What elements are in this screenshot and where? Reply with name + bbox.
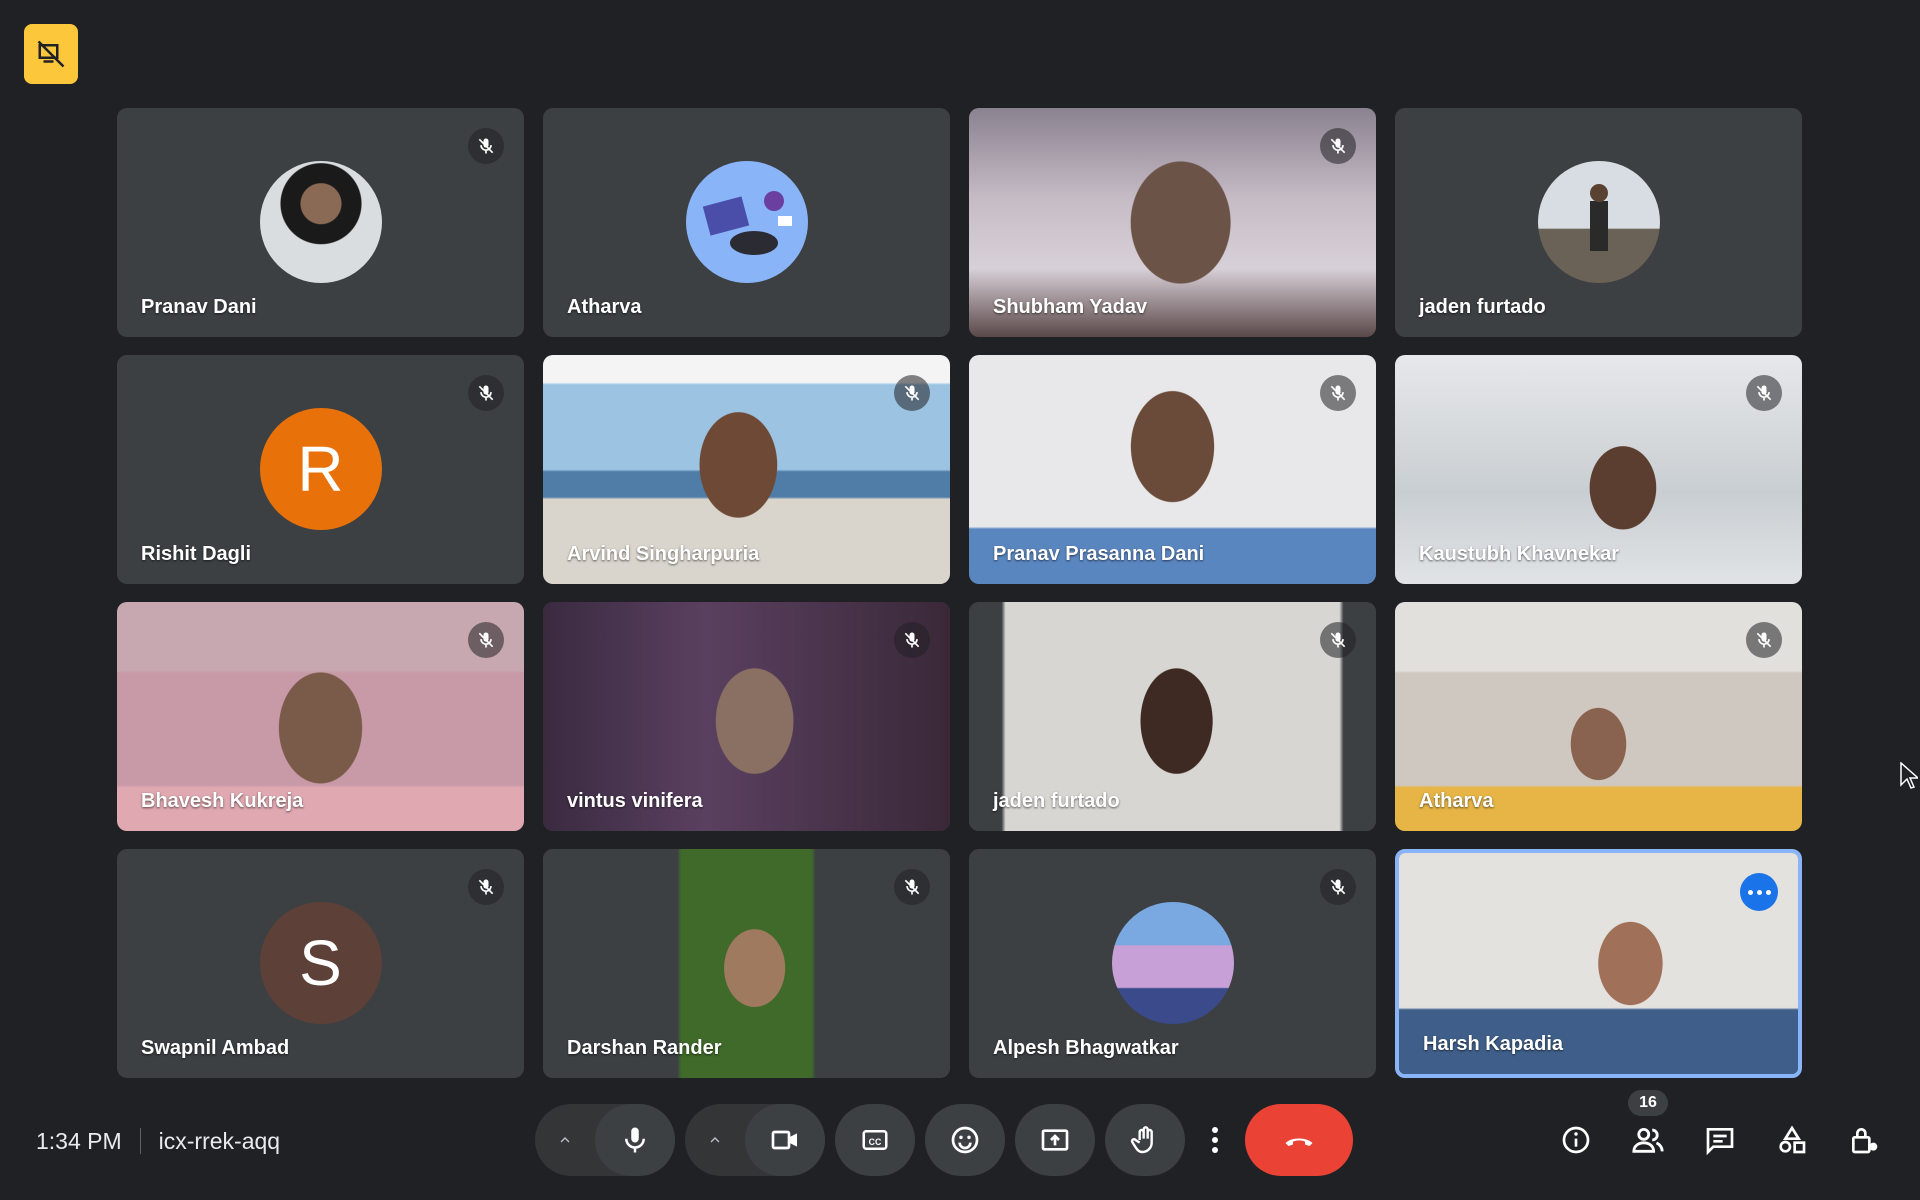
participant-tile[interactable]: R Rishit Dagli (117, 355, 524, 584)
participant-name: Rishit Dagli (141, 543, 252, 565)
no-background-icon (37, 40, 65, 68)
svg-text:CC: CC (869, 1137, 882, 1147)
present-icon (1041, 1129, 1069, 1151)
control-bar: 1:34 PM icx-rrek-aqq CC 16 (0, 1090, 1920, 1200)
participant-name: Darshan Rander (567, 1037, 722, 1059)
mic-off-icon (468, 622, 504, 658)
participant-name: Pranav Prasanna Dani (993, 543, 1205, 565)
participant-tile[interactable]: S Swapnil Ambad (117, 849, 524, 1078)
mic-off-icon (894, 622, 930, 658)
mic-off-icon (1320, 622, 1356, 658)
activities-button[interactable] (1764, 1104, 1820, 1176)
participant-name: jaden furtado (1419, 296, 1546, 318)
people-icon (1632, 1127, 1664, 1153)
hang-up-icon (1285, 1138, 1313, 1146)
participant-tile[interactable]: Arvind Singharpuria (543, 355, 950, 584)
participant-tile[interactable]: vintus vinifera (543, 602, 950, 831)
participant-name: Pranav Dani (141, 296, 257, 318)
participant-name: jaden furtado (993, 790, 1120, 812)
meeting-details-button[interactable] (1548, 1104, 1604, 1176)
mic-off-icon (468, 128, 504, 164)
avatar (1537, 161, 1660, 283)
avatar (685, 161, 808, 283)
participant-name: vintus vinifera (567, 790, 703, 812)
closed-captions-icon: CC (862, 1130, 888, 1150)
microphone-icon (625, 1127, 645, 1153)
participant-name: Arvind Singharpuria (567, 543, 760, 565)
more-options-button[interactable] (1195, 1104, 1235, 1176)
chat-icon (1706, 1128, 1734, 1156)
divider (139, 1128, 141, 1154)
captions-button[interactable]: CC (835, 1104, 915, 1176)
participant-tile[interactable]: Darshan Rander (543, 849, 950, 1078)
more-options-button[interactable] (1740, 873, 1778, 911)
participant-grid: Pranav Dani Atharva Shubham Yadav jaden … (117, 108, 1802, 1080)
shapes-icon (1779, 1125, 1806, 1154)
participant-tile[interactable]: Shubham Yadav (969, 108, 1376, 337)
visual-effects-badge-button[interactable] (24, 24, 78, 84)
audio-controls (535, 1104, 675, 1176)
participant-tile[interactable]: Atharva (543, 108, 950, 337)
avatar: S (259, 902, 382, 1024)
participant-tile[interactable]: Pranav Dani (117, 108, 524, 337)
avatar (1111, 902, 1234, 1024)
more-vertical-icon (1212, 1127, 1218, 1153)
mic-off-icon (894, 375, 930, 411)
mic-off-icon (468, 869, 504, 905)
participant-name: Swapnil Ambad (141, 1037, 290, 1059)
participant-tile[interactable]: jaden furtado (969, 602, 1376, 831)
lock-person-icon (1852, 1128, 1878, 1154)
participant-name: Harsh Kapadia (1423, 1033, 1564, 1055)
participant-tile[interactable]: Bhavesh Kukreja (117, 602, 524, 831)
mic-off-icon (1746, 375, 1782, 411)
participant-tile[interactable]: jaden furtado (1395, 108, 1802, 337)
participant-tile[interactable]: Atharva (1395, 602, 1802, 831)
mic-off-icon (1320, 128, 1356, 164)
mic-off-icon (894, 869, 930, 905)
call-controls: CC (535, 1104, 1353, 1176)
avatar (259, 161, 382, 283)
video-controls (685, 1104, 825, 1176)
participant-tile[interactable]: Alpesh Bhagwatkar (969, 849, 1376, 1078)
mic-off-icon (1320, 869, 1356, 905)
video-options-chevron-icon[interactable] (685, 1104, 745, 1176)
info-icon (1562, 1126, 1590, 1154)
reactions-button[interactable] (925, 1104, 1005, 1176)
smiley-icon (951, 1126, 979, 1154)
meeting-code: icx-rrek-aqq (158, 1127, 281, 1154)
clock: 1:34 PM (36, 1127, 122, 1154)
raise-hand-button[interactable] (1105, 1104, 1185, 1176)
camera-icon (771, 1130, 797, 1150)
chat-button[interactable] (1692, 1104, 1748, 1176)
participant-name: Atharva (567, 296, 642, 318)
participant-name: Bhavesh Kukreja (141, 790, 304, 812)
participant-name: Atharva (1419, 790, 1494, 812)
microphone-button[interactable] (595, 1104, 675, 1176)
participant-tile-self[interactable]: Harsh Kapadia (1395, 849, 1802, 1078)
mic-off-icon (1746, 622, 1782, 658)
mouse-pointer-icon (1900, 762, 1918, 789)
side-controls: 16 (1548, 1090, 1892, 1176)
avatar: R (259, 408, 382, 530)
meeting-details: 1:34 PM icx-rrek-aqq (36, 1126, 280, 1156)
mic-off-icon (468, 375, 504, 411)
leave-call-button[interactable] (1245, 1104, 1353, 1176)
participant-tile[interactable]: Pranav Prasanna Dani (969, 355, 1376, 584)
people-button[interactable]: 16 (1620, 1090, 1676, 1176)
avatar-initial: R (297, 433, 344, 505)
avatar-initial: S (299, 927, 342, 999)
host-controls-button[interactable] (1836, 1104, 1892, 1176)
participant-name: Alpesh Bhagwatkar (993, 1037, 1179, 1059)
mic-off-icon (1320, 375, 1356, 411)
participant-name: Shubham Yadav (993, 296, 1148, 318)
present-screen-button[interactable] (1015, 1104, 1095, 1176)
participant-tile[interactable]: Kaustubh Khavnekar (1395, 355, 1802, 584)
camera-button[interactable] (745, 1104, 825, 1176)
audio-options-chevron-icon[interactable] (535, 1104, 595, 1176)
hand-icon (1130, 1126, 1153, 1154)
people-count-badge: 16 (1628, 1090, 1668, 1116)
participant-name: Kaustubh Khavnekar (1419, 543, 1620, 565)
